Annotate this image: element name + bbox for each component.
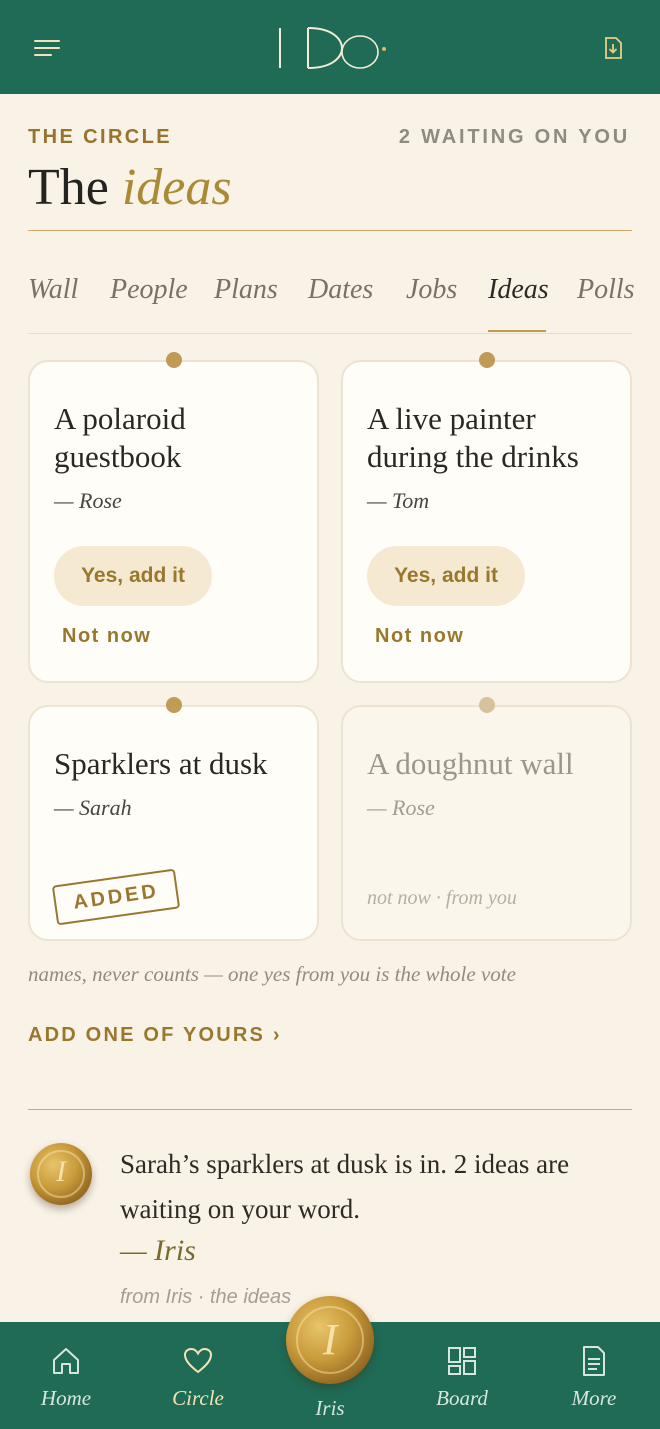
tab-jobs[interactable]: Jobs: [406, 274, 457, 306]
idea-card: Sparklers at dusk — Sarah ADDED: [28, 697, 319, 941]
grid-icon: [448, 1347, 476, 1375]
idea-author: — Rose: [367, 795, 435, 820]
nav-label: Board: [436, 1386, 488, 1410]
title-divider: [28, 230, 632, 231]
pin-icon: [165, 352, 182, 368]
waiting-count: 2 WAITING ON YOU: [398, 126, 630, 148]
nav-label: Circle: [172, 1386, 224, 1410]
nav-board[interactable]: Board: [396, 1322, 528, 1429]
tab-polls[interactable]: Polls: [577, 274, 635, 306]
idea-author: — Rose: [54, 488, 122, 513]
seal-glyph: I: [56, 1155, 66, 1188]
active-tab-indicator: [488, 330, 546, 332]
wax-seal-icon: I: [286, 1296, 374, 1384]
status-note: not now · from you: [367, 887, 517, 909]
wax-seal-icon: I: [30, 1143, 92, 1205]
page-title: The ideas: [28, 156, 232, 220]
yes-add-button[interactable]: Yes, add it: [367, 546, 525, 606]
pin-icon: [165, 697, 182, 713]
app-logo: [279, 27, 386, 69]
nav-label: More: [571, 1386, 617, 1410]
added-stamp: ADDED: [51, 868, 181, 926]
menu-icon[interactable]: [30, 34, 64, 62]
tab-plans[interactable]: Plans: [214, 274, 278, 306]
pin-icon: [478, 352, 495, 368]
nav-circle[interactable]: Circle: [132, 1322, 264, 1429]
idea-author: — Sarah: [54, 795, 132, 820]
nav-label: Iris: [315, 1396, 345, 1420]
section-divider: [28, 1109, 632, 1110]
top-bar: [0, 0, 660, 94]
iris-message: Sarah’s sparklers at dusk is in. 2 ideas…: [120, 1149, 570, 1224]
tab-dates[interactable]: Dates: [308, 274, 373, 306]
nav-home[interactable]: Home: [0, 1322, 132, 1429]
document-icon: [583, 1346, 605, 1376]
idea-card: A doughnut wall — Rose not now · from yo…: [341, 697, 632, 941]
heart-icon: [183, 1347, 213, 1374]
idea-title: A live painter during the drinks: [367, 401, 579, 474]
download-icon[interactable]: [598, 34, 628, 62]
voting-footnote: names, never counts — one yes from you i…: [28, 962, 516, 986]
iris-source: from Iris · the ideas: [120, 1286, 292, 1308]
not-now-button[interactable]: Not now: [62, 625, 151, 648]
idea-card: A polaroid guestbook — Rose Yes, add it …: [28, 352, 319, 683]
tabs-divider: [28, 333, 632, 334]
nav-label: Home: [40, 1386, 92, 1410]
home-icon: [53, 1348, 79, 1374]
add-idea-link[interactable]: ADD ONE OF YOURS ›: [28, 1024, 282, 1047]
section-eyebrow: THE CIRCLE: [28, 126, 172, 148]
idea-title: A doughnut wall: [367, 746, 574, 781]
bottom-nav: Home Circle I Iris Board More: [0, 1296, 660, 1429]
seal-glyph: I: [322, 1315, 338, 1364]
idea-title: Sparklers at dusk: [54, 746, 268, 781]
tab-ideas[interactable]: Ideas: [488, 274, 549, 306]
iris-signature: — Iris: [120, 1234, 196, 1267]
nav-more[interactable]: More: [528, 1322, 660, 1429]
tab-wall[interactable]: Wall: [28, 274, 78, 306]
idea-card: A live painter during the drinks — Tom Y…: [341, 352, 632, 683]
nav-iris[interactable]: I Iris: [264, 1296, 396, 1429]
idea-author: — Tom: [367, 488, 430, 513]
idea-title: A polaroid guestbook: [54, 401, 186, 474]
page-title-plain: The: [28, 159, 109, 216]
tab-bar: Wall People Plans Dates Jobs Ideas Polls: [28, 274, 635, 334]
page-title-italic: ideas: [121, 159, 232, 216]
yes-add-button[interactable]: Yes, add it: [54, 546, 212, 606]
tab-people[interactable]: People: [110, 274, 188, 306]
not-now-button[interactable]: Not now: [375, 625, 464, 648]
pin-icon: [478, 697, 495, 713]
